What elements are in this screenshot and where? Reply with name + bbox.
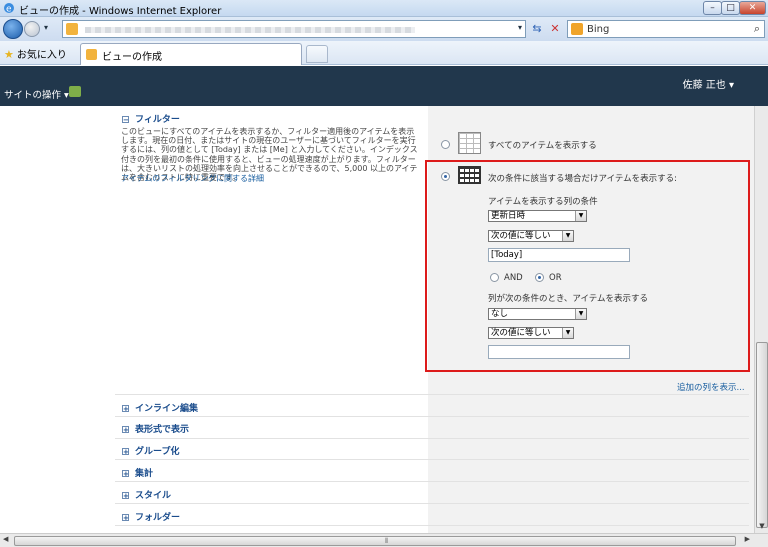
back-button[interactable] (3, 19, 23, 39)
divider (115, 438, 749, 439)
filter-heading-label: フィルター (135, 115, 180, 125)
favorites-bar: ★ お気に入り ビューの作成 (0, 41, 768, 65)
expand-icon: + (122, 514, 129, 522)
favorites-button[interactable]: ★ お気に入り (4, 46, 67, 61)
tab-favicon-icon (86, 49, 97, 60)
star-icon: ★ (4, 48, 14, 61)
refresh-icon[interactable]: ⇆ (528, 20, 546, 38)
stop-icon[interactable]: ✕ (546, 20, 564, 38)
vertical-scrollbar[interactable]: ▼ (754, 106, 768, 533)
forward-button[interactable] (24, 21, 40, 37)
history-dropdown-icon[interactable]: ▾ (44, 23, 48, 32)
sharepoint-ribbon: 佐藤 正也 ▾ (0, 66, 768, 106)
new-tab-button[interactable] (306, 45, 328, 63)
address-bar[interactable]: ▾ (62, 20, 526, 38)
section-folders[interactable]: + フォルダー (122, 510, 180, 523)
section-label: 表形式で表示 (135, 425, 190, 435)
expand-icon: + (122, 448, 129, 456)
expand-icon: + (122, 405, 129, 413)
minimize-button[interactable]: – (703, 1, 722, 15)
scroll-down-icon[interactable]: ▼ (756, 520, 768, 532)
scroll-grip-icon: ⦀ (385, 537, 389, 545)
divider (115, 525, 749, 526)
svg-text:e: e (6, 5, 12, 15)
section-totals[interactable]: + 集計 (122, 466, 153, 479)
bing-icon (571, 23, 583, 35)
section-label: スタイル (135, 491, 172, 501)
magnifier-icon[interactable]: ⌕ (754, 22, 760, 36)
user-menu[interactable]: 佐藤 正也 ▾ (683, 76, 734, 91)
vertical-scroll-thumb[interactable] (756, 342, 768, 528)
section-tabular-view[interactable]: + 表形式で表示 (122, 422, 189, 435)
address-toolbar: ▾ ▾ ⇆ ✕ Bing ⌕ (0, 17, 768, 41)
section-inline-edit[interactable]: + インライン編集 (122, 401, 198, 414)
horizontal-scrollbar[interactable]: ◀ ⦀ ▶ (0, 533, 768, 547)
highlight-box (425, 160, 750, 372)
divider (115, 394, 749, 395)
address-dropdown-icon[interactable]: ▾ (518, 23, 522, 32)
scroll-right-icon[interactable]: ▶ (745, 535, 750, 543)
divider (115, 416, 749, 417)
filter-help-link[interactable]: アイテムのフィルタリングに関する詳細 (121, 173, 264, 184)
ie-logo-icon: e (4, 3, 14, 15)
all-items-grid-icon (458, 132, 481, 154)
expand-icon: + (122, 470, 129, 478)
maximize-button[interactable]: □ (721, 1, 740, 15)
favorites-label: お気に入り (16, 50, 67, 61)
filter-section-heading[interactable]: − フィルター (122, 112, 180, 125)
section-label: グループ化 (135, 447, 180, 457)
page-favicon-icon (66, 23, 78, 35)
divider (115, 459, 749, 460)
section-label: インライン編集 (135, 404, 199, 414)
window-title: ビューの作成 - Windows Internet Explorer (19, 6, 222, 17)
section-label: 集計 (135, 469, 154, 479)
browser-tab[interactable]: ビューの作成 (80, 43, 302, 65)
section-label: フォルダー (135, 513, 181, 523)
divider (115, 481, 749, 482)
window-titlebar: e ビューの作成 - Windows Internet Explorer – □… (0, 0, 768, 17)
collapse-icon: − (122, 116, 129, 124)
show-more-columns-link[interactable]: 追加の列を表示... (677, 381, 745, 393)
search-box[interactable]: Bing ⌕ (567, 20, 765, 38)
search-provider-label: Bing (587, 24, 610, 35)
site-actions-menu[interactable]: サイトの操作 ▾ (4, 87, 69, 101)
address-url-obscured (85, 27, 415, 33)
section-group-by[interactable]: + グループ化 (122, 444, 179, 457)
option-all-label: すべてのアイテムを表示する (488, 141, 597, 151)
expand-icon: + (122, 426, 129, 434)
navigate-up-icon[interactable] (69, 86, 81, 97)
expand-icon: + (122, 492, 129, 500)
tab-label: ビューの作成 (102, 52, 162, 63)
section-style[interactable]: + スタイル (122, 488, 171, 501)
divider (115, 503, 749, 504)
radio-show-all[interactable] (441, 140, 450, 149)
horizontal-scroll-thumb[interactable]: ⦀ (14, 536, 736, 546)
scroll-left-icon[interactable]: ◀ (3, 535, 8, 543)
close-window-button[interactable]: ✕ (739, 1, 766, 15)
